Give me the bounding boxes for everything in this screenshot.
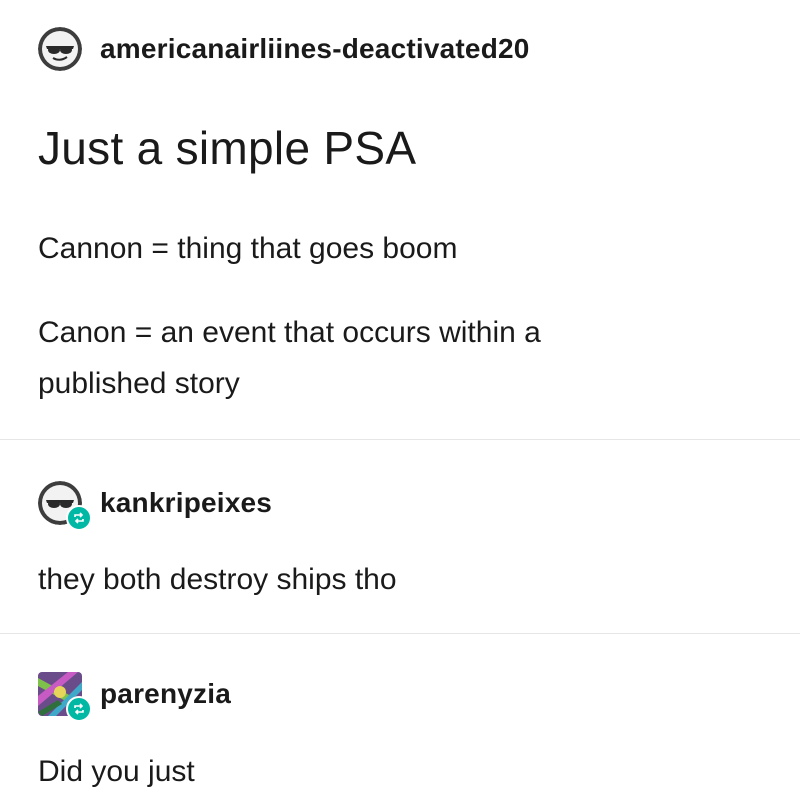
- post-1-username[interactable]: americanairliines-deactivated20: [100, 33, 530, 65]
- post-3-avatar[interactable]: [38, 672, 92, 722]
- post-2-line-1: they both destroy ships tho: [38, 563, 397, 596]
- post-3-username[interactable]: parenyzia: [100, 678, 231, 710]
- reblog-icon: [66, 505, 92, 531]
- post-2-avatar[interactable]: [38, 481, 92, 531]
- post-1-header: americanairliines-deactivated20: [38, 27, 530, 71]
- sunglasses-avatar-icon: [38, 27, 82, 71]
- post-1-line-3: published story: [38, 367, 240, 400]
- post-2-header: kankripeixes: [38, 481, 272, 531]
- post-2-username[interactable]: kankripeixes: [100, 487, 272, 519]
- post-divider-2: [0, 633, 800, 634]
- tumblr-post-screenshot: americanairliines-deactivated20 Just a s…: [0, 0, 800, 793]
- post-divider-1: [0, 439, 800, 440]
- post-1-line-2: Canon = an event that occurs within a: [38, 316, 541, 349]
- post-3-header: parenyzia: [38, 672, 231, 722]
- post-1-line-1: Cannon = thing that goes boom: [38, 232, 458, 265]
- reblog-icon: [66, 696, 92, 722]
- post-1-title: Just a simple PSA: [38, 122, 417, 174]
- post-1-avatar[interactable]: [38, 27, 82, 71]
- post-3-line-1: Did you just: [38, 755, 195, 788]
